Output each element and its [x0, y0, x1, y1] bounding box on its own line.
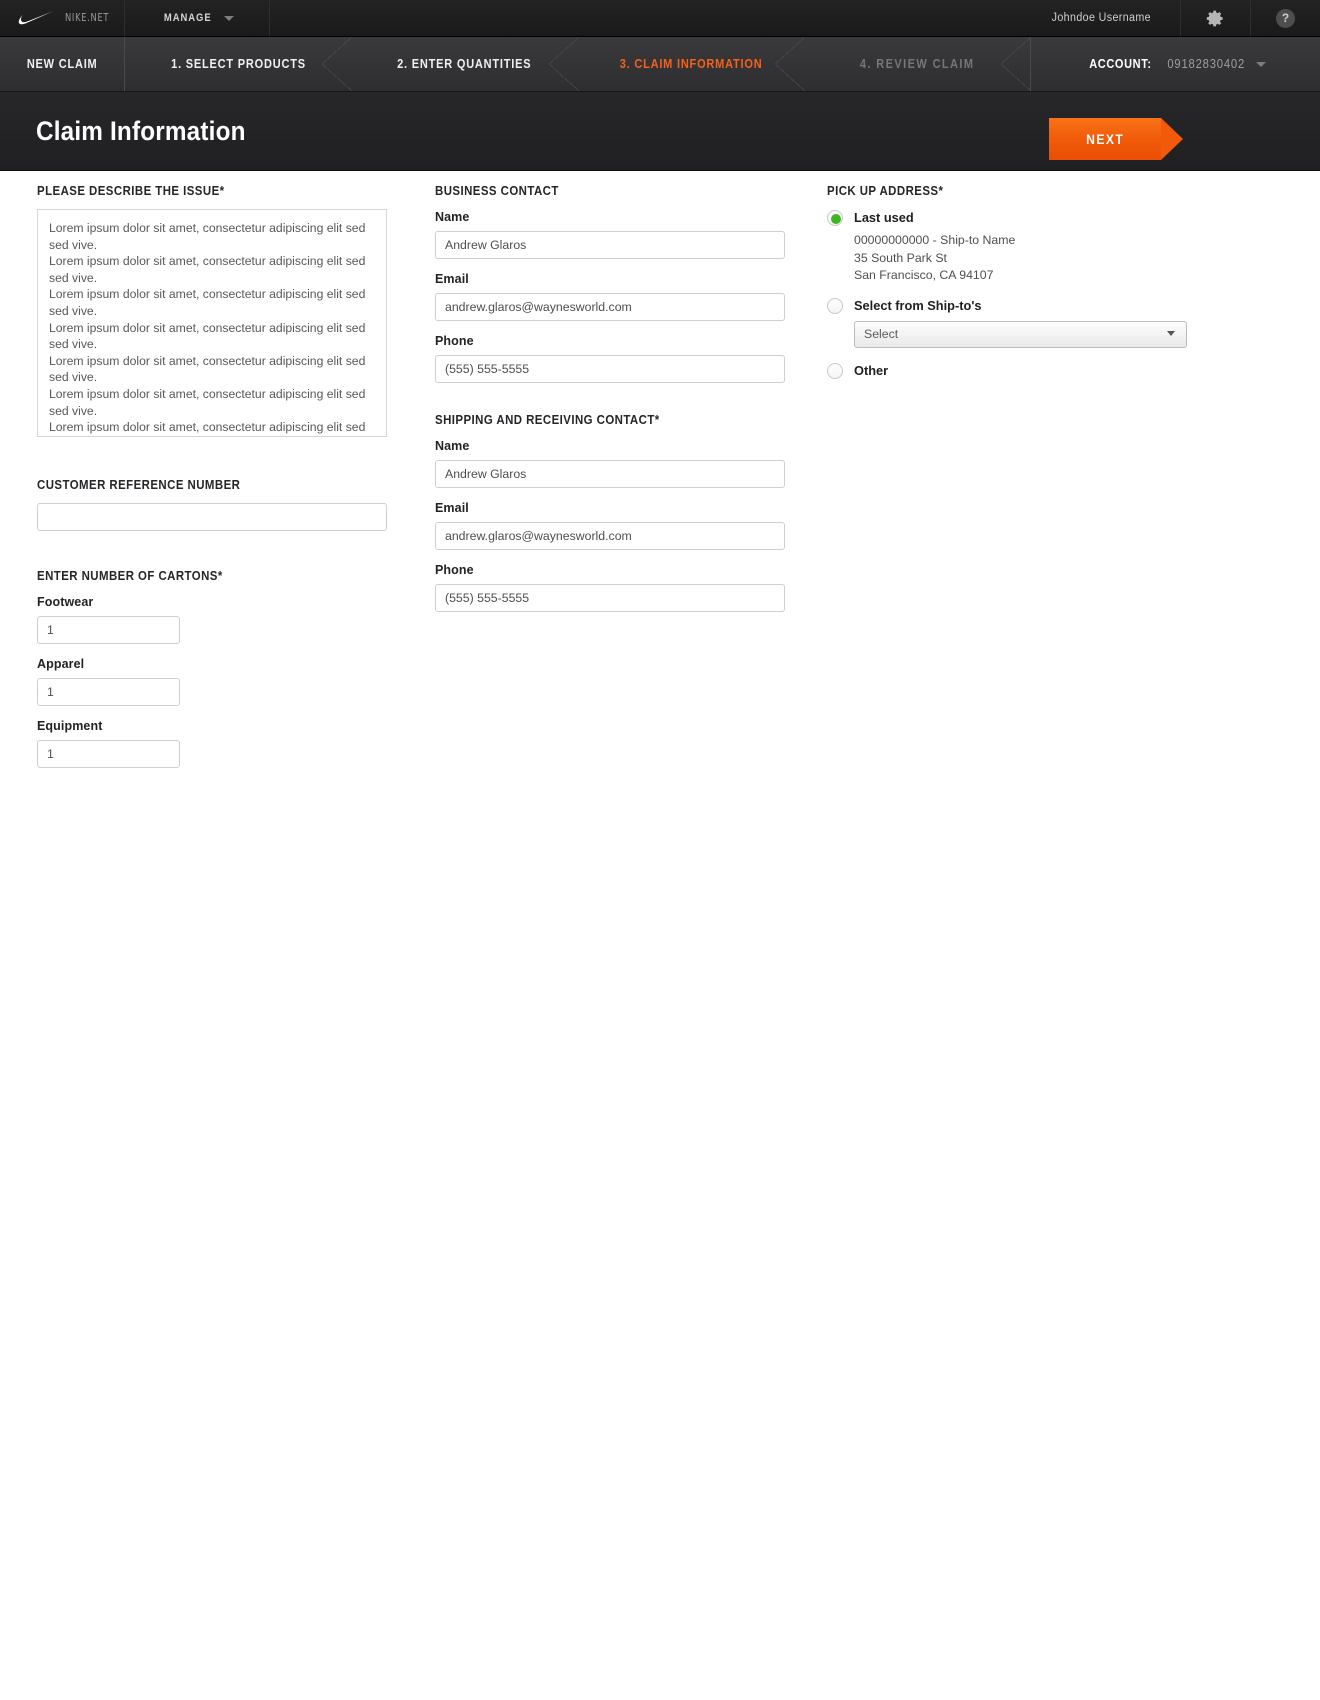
pickup-option-select-shipto[interactable]: Select from Ship-to's: [827, 297, 1187, 314]
username-display[interactable]: Johndoe Username: [1052, 0, 1175, 36]
step-1-select-products[interactable]: 1. SELECT PRODUCTS: [125, 37, 353, 91]
footwear-label: Footwear: [37, 595, 94, 609]
step-navigation: NEW CLAIM 1. SELECT PRODUCTS 2. ENTER QU…: [0, 37, 1320, 92]
pickup-address-heading: PICK UP ADDRESS*: [827, 183, 944, 198]
business-phone-label: Phone: [435, 334, 474, 348]
radio-select-shipto-label: Select from Ship-to's: [854, 297, 982, 313]
left-column: PLEASE DESCRIBE THE ISSUE* Lorem ipsum d…: [37, 171, 387, 768]
business-phone-input[interactable]: [435, 355, 785, 383]
pickup-option-other[interactable]: Other: [827, 362, 1187, 379]
shipping-phone-label: Phone: [435, 563, 474, 577]
last-used-address: 00000000000 - Ship-to Name 35 South Park…: [854, 232, 1187, 285]
new-claim-label: NEW CLAIM: [26, 57, 98, 71]
issue-description-textarea[interactable]: Lorem ipsum dolor sit amet, consectetur …: [37, 209, 387, 437]
business-email-label: Email: [435, 272, 469, 286]
next-button[interactable]: NEXT: [1049, 118, 1161, 160]
next-arrow-shape: [1161, 118, 1183, 160]
middle-column: BUSINESS CONTACT Name Email Phone SHIPPI…: [435, 171, 785, 612]
nike-swoosh-icon: [18, 11, 54, 25]
shipping-phone-input[interactable]: [435, 584, 785, 612]
account-label: ACCOUNT:: [1089, 57, 1152, 71]
business-contact-heading: BUSINESS CONTACT: [435, 183, 559, 198]
account-selector[interactable]: ACCOUNT: 09182830402: [1030, 37, 1320, 91]
customer-reference-heading: CUSTOMER REFERENCE NUMBER: [37, 477, 241, 492]
shipping-contact-heading: SHIPPING AND RECEIVING CONTACT*: [435, 412, 660, 427]
shipping-name-label: Name: [435, 439, 470, 453]
chevron-down-icon: [223, 15, 234, 21]
top-bar: NIKE.NET MANAGE Johndoe Username ?: [0, 0, 1320, 37]
radio-other[interactable]: [827, 362, 843, 379]
radio-last-used-label: Last used: [854, 210, 914, 225]
brand-home-link[interactable]: NIKE.NET: [0, 0, 125, 36]
radio-select-shipto[interactable]: [827, 297, 843, 314]
shipto-select[interactable]: Select: [854, 320, 1187, 348]
footwear-cartons-input[interactable]: [37, 616, 180, 644]
step-3-label: 3. CLAIM INFORMATION: [619, 57, 762, 71]
step-2-label: 2. ENTER QUANTITIES: [397, 57, 532, 71]
claim-information-form: PLEASE DESCRIBE THE ISSUE* Lorem ipsum d…: [0, 171, 1320, 1700]
new-claim-button[interactable]: NEW CLAIM: [0, 37, 125, 91]
shipping-email-input[interactable]: [435, 522, 785, 550]
address-line-1: 00000000000 - Ship-to Name: [854, 233, 1016, 247]
page-title: Claim Information: [36, 115, 246, 146]
business-name-label: Name: [435, 210, 470, 224]
step-4-label: 4. REVIEW CLAIM: [859, 57, 975, 71]
account-number: 09182830402: [1167, 57, 1245, 71]
apparel-cartons-input[interactable]: [37, 678, 180, 706]
equipment-cartons-input[interactable]: [37, 740, 180, 768]
step-1-label: 1. SELECT PRODUCTS: [170, 57, 306, 71]
step-3-claim-information[interactable]: 3. CLAIM INFORMATION: [578, 37, 806, 91]
next-button-label: NEXT: [1085, 131, 1125, 147]
page-title-bar: Claim Information NEXT: [0, 92, 1320, 231]
equipment-label: Equipment: [37, 719, 103, 733]
shipto-select-wrapper: Select: [827, 320, 1187, 348]
customer-reference-input[interactable]: [37, 503, 387, 531]
gear-icon: [1206, 9, 1225, 28]
apparel-label: Apparel: [37, 657, 85, 671]
help-button[interactable]: ?: [1250, 0, 1320, 36]
manage-menu-label: MANAGE: [164, 12, 212, 24]
shipping-email-label: Email: [435, 501, 469, 515]
brand-label: NIKE.NET: [65, 12, 110, 24]
help-icon: ?: [1276, 8, 1295, 28]
shipping-name-input[interactable]: [435, 460, 785, 488]
business-name-input[interactable]: [435, 231, 785, 259]
chevron-down-icon: [1256, 61, 1267, 67]
next-button-group[interactable]: NEXT: [1049, 118, 1183, 160]
issue-section-heading: PLEASE DESCRIBE THE ISSUE*: [37, 183, 225, 198]
step-4-review-claim: 4. REVIEW CLAIM: [804, 37, 1032, 91]
radio-other-label: Other: [854, 362, 889, 378]
settings-button[interactable]: [1180, 0, 1250, 36]
address-line-3: San Francisco, CA 94107: [854, 268, 994, 282]
cartons-heading: ENTER NUMBER OF CARTONS*: [37, 568, 223, 583]
step-2-enter-quantities[interactable]: 2. ENTER QUANTITIES: [351, 37, 579, 91]
address-line-2: 35 South Park St: [854, 250, 947, 265]
radio-last-used[interactable]: [827, 210, 843, 226]
pickup-option-last-used[interactable]: Last used: [827, 209, 1187, 226]
business-email-input[interactable]: [435, 293, 785, 321]
right-column: PICK UP ADDRESS* Last used 00000000000 -…: [827, 171, 1187, 379]
manage-menu[interactable]: MANAGE: [125, 0, 270, 36]
